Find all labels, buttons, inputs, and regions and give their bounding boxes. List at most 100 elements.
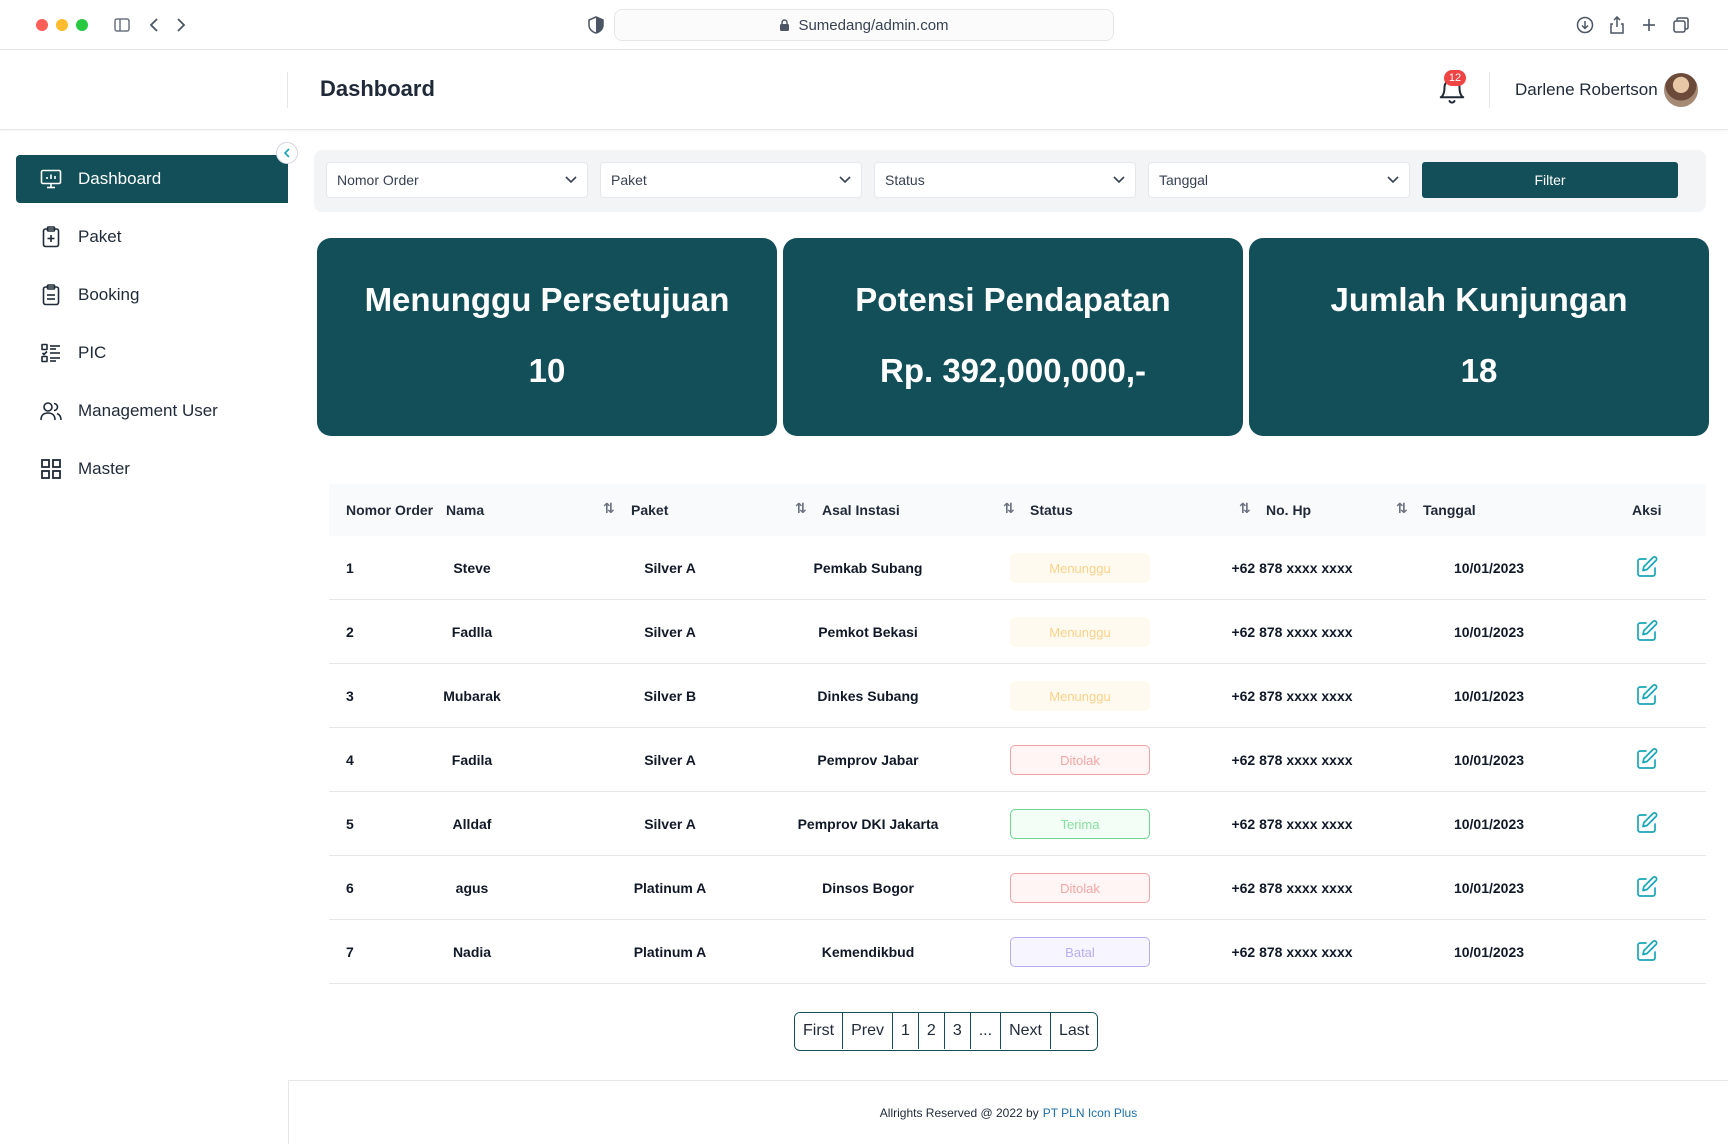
- edit-icon[interactable]: [1636, 620, 1658, 642]
- sidebar-item-paket[interactable]: Paket: [16, 213, 288, 261]
- edit-icon[interactable]: [1636, 748, 1658, 770]
- sidebar-item-label: Paket: [78, 227, 122, 246]
- cell-asal-instasi: Kemendikbud: [821, 944, 915, 960]
- stat-card-potensi-pendapatan: Potensi Pendapatan Rp. 392,000,000,-: [783, 238, 1243, 436]
- privacy-shield-icon[interactable]: [585, 14, 607, 36]
- status-badge: Menunggu: [1010, 681, 1150, 711]
- edit-icon[interactable]: [1636, 876, 1658, 898]
- cell-no-hp: +62 878 xxxx xxxx: [1231, 816, 1353, 832]
- cell-tanggal: 10/01/2023: [1453, 880, 1525, 896]
- sidebar-item-label: Dashboard: [78, 169, 162, 188]
- status-badge: Menunggu: [1010, 553, 1150, 583]
- sidebar-collapse-button[interactable]: [276, 142, 298, 164]
- filter-button[interactable]: Filter: [1422, 162, 1678, 198]
- page-ellipsis: ...: [970, 1013, 1002, 1049]
- sidebar-item-label: Management User: [78, 401, 218, 420]
- stat-card-title: Menunggu Persetujuan: [364, 281, 730, 318]
- pagination: First Prev 1 2 3 ... Next Last: [794, 1012, 1099, 1051]
- status-badge: Menunggu: [1010, 617, 1150, 647]
- monitor-icon: [40, 168, 62, 190]
- sort-icon[interactable]: ⇅: [1003, 500, 1015, 517]
- user-name[interactable]: Darlene Robertson: [1515, 80, 1658, 100]
- page-number-button[interactable]: 1: [893, 1013, 919, 1049]
- tabs-overview-icon[interactable]: [1670, 14, 1692, 36]
- table-row: 5 Alldaf Silver A Pemprov DKI Jakarta Te…: [329, 792, 1706, 856]
- page-number-button[interactable]: 3: [944, 1013, 971, 1049]
- page-prev-button[interactable]: Prev: [843, 1013, 894, 1049]
- stat-card-value: Rp. 392,000,000,-: [880, 352, 1146, 389]
- clipboard-plus-icon: [40, 226, 62, 248]
- cell-asal-instasi: Dinsos Bogor: [822, 880, 914, 896]
- new-tab-icon[interactable]: [1638, 14, 1660, 36]
- table-header: Nomor Order Nama ⇅ Paket ⇅ Asal Instasi …: [329, 484, 1706, 536]
- column-header-nama[interactable]: Nama: [446, 502, 484, 518]
- cell-no-hp: +62 878 xxxx xxxx: [1231, 560, 1353, 576]
- sidebar: Dashboard Paket Booking PIC Management U…: [0, 131, 288, 1144]
- edit-icon[interactable]: [1636, 812, 1658, 834]
- sort-icon[interactable]: ⇅: [795, 500, 807, 517]
- edit-icon[interactable]: [1636, 684, 1658, 706]
- sort-icon[interactable]: ⇅: [1239, 500, 1251, 517]
- grid-icon: [40, 458, 62, 480]
- cell-asal-instasi: Pemkab Subang: [813, 560, 923, 576]
- paket-select[interactable]: Paket: [600, 162, 862, 198]
- stat-card-value: 10: [528, 352, 566, 389]
- footer-copyright: Allrights Reserved @ 2022 by: [879, 1105, 1039, 1120]
- page-next-button[interactable]: Next: [1001, 1013, 1051, 1049]
- address-bar[interactable]: Sumedang/admin.com: [614, 9, 1114, 41]
- sidebar-item-booking[interactable]: Booking: [16, 271, 288, 319]
- share-icon[interactable]: [1606, 14, 1628, 36]
- column-header-no-hp[interactable]: No. Hp: [1266, 502, 1311, 518]
- sidebar-item-master[interactable]: Master: [16, 445, 288, 493]
- stat-card-value: 18: [1460, 352, 1498, 389]
- user-avatar[interactable]: [1664, 73, 1698, 107]
- cell-tanggal: 10/01/2023: [1453, 688, 1525, 704]
- cell-nomor-order: 5: [346, 816, 354, 832]
- cell-nama: Nadia: [452, 944, 492, 960]
- forward-icon[interactable]: [170, 14, 192, 36]
- column-header-tanggal[interactable]: Tanggal: [1423, 502, 1476, 518]
- nomor-order-select[interactable]: Nomor Order: [326, 162, 588, 198]
- column-header-nomor-order[interactable]: Nomor Order: [346, 502, 433, 518]
- maximize-window-button[interactable]: [76, 19, 88, 31]
- sidebar-item-pic[interactable]: PIC: [16, 329, 288, 377]
- column-header-asal-instasi[interactable]: Asal Instasi: [822, 502, 900, 518]
- sort-icon[interactable]: ⇅: [1396, 500, 1408, 517]
- sidebar-item-management-user[interactable]: Management User: [16, 387, 288, 435]
- filter-bar: Nomor Order Paket Status Tanggal Filter: [314, 150, 1706, 212]
- footer-company-link[interactable]: PT PLN Icon Plus: [1043, 1106, 1138, 1120]
- minimize-window-button[interactable]: [56, 19, 68, 31]
- tanggal-select[interactable]: Tanggal: [1148, 162, 1410, 198]
- page-first-button[interactable]: First: [795, 1013, 844, 1049]
- status-badge: Terima: [1010, 809, 1150, 839]
- cell-paket: Silver A: [644, 752, 696, 768]
- cell-no-hp: +62 878 xxxx xxxx: [1231, 752, 1353, 768]
- status-badge: Batal: [1010, 937, 1150, 967]
- cell-asal-instasi: Dinkes Subang: [817, 688, 919, 704]
- select-label: Paket: [611, 172, 647, 188]
- status-badge: Ditolak: [1010, 745, 1150, 775]
- cell-paket: Silver A: [644, 624, 696, 640]
- sort-icon[interactable]: ⇅: [603, 500, 615, 517]
- download-icon[interactable]: [1574, 14, 1596, 36]
- cell-nama: Fadila: [451, 752, 493, 768]
- edit-icon[interactable]: [1636, 556, 1658, 578]
- cell-nama: Steve: [453, 560, 491, 576]
- cell-tanggal: 10/01/2023: [1453, 816, 1525, 832]
- sidebar-item-dashboard[interactable]: Dashboard: [16, 155, 288, 203]
- column-header-status[interactable]: Status: [1030, 502, 1073, 518]
- stat-card-jumlah-kunjungan: Jumlah Kunjungan 18: [1249, 238, 1709, 436]
- sidebar-toggle-icon[interactable]: [111, 14, 133, 36]
- cell-nomor-order: 2: [346, 624, 354, 640]
- header-divider: [1489, 72, 1490, 108]
- back-icon[interactable]: [143, 14, 165, 36]
- chevron-down-icon: [1387, 176, 1399, 184]
- page-last-button[interactable]: Last: [1050, 1013, 1098, 1049]
- edit-icon[interactable]: [1636, 940, 1658, 962]
- column-header-paket[interactable]: Paket: [631, 502, 668, 518]
- page-number-button[interactable]: 2: [918, 1013, 945, 1049]
- close-window-button[interactable]: [36, 19, 48, 31]
- status-select[interactable]: Status: [874, 162, 1136, 198]
- cell-tanggal: 10/01/2023: [1453, 624, 1525, 640]
- sidebar-item-label: PIC: [78, 343, 107, 362]
